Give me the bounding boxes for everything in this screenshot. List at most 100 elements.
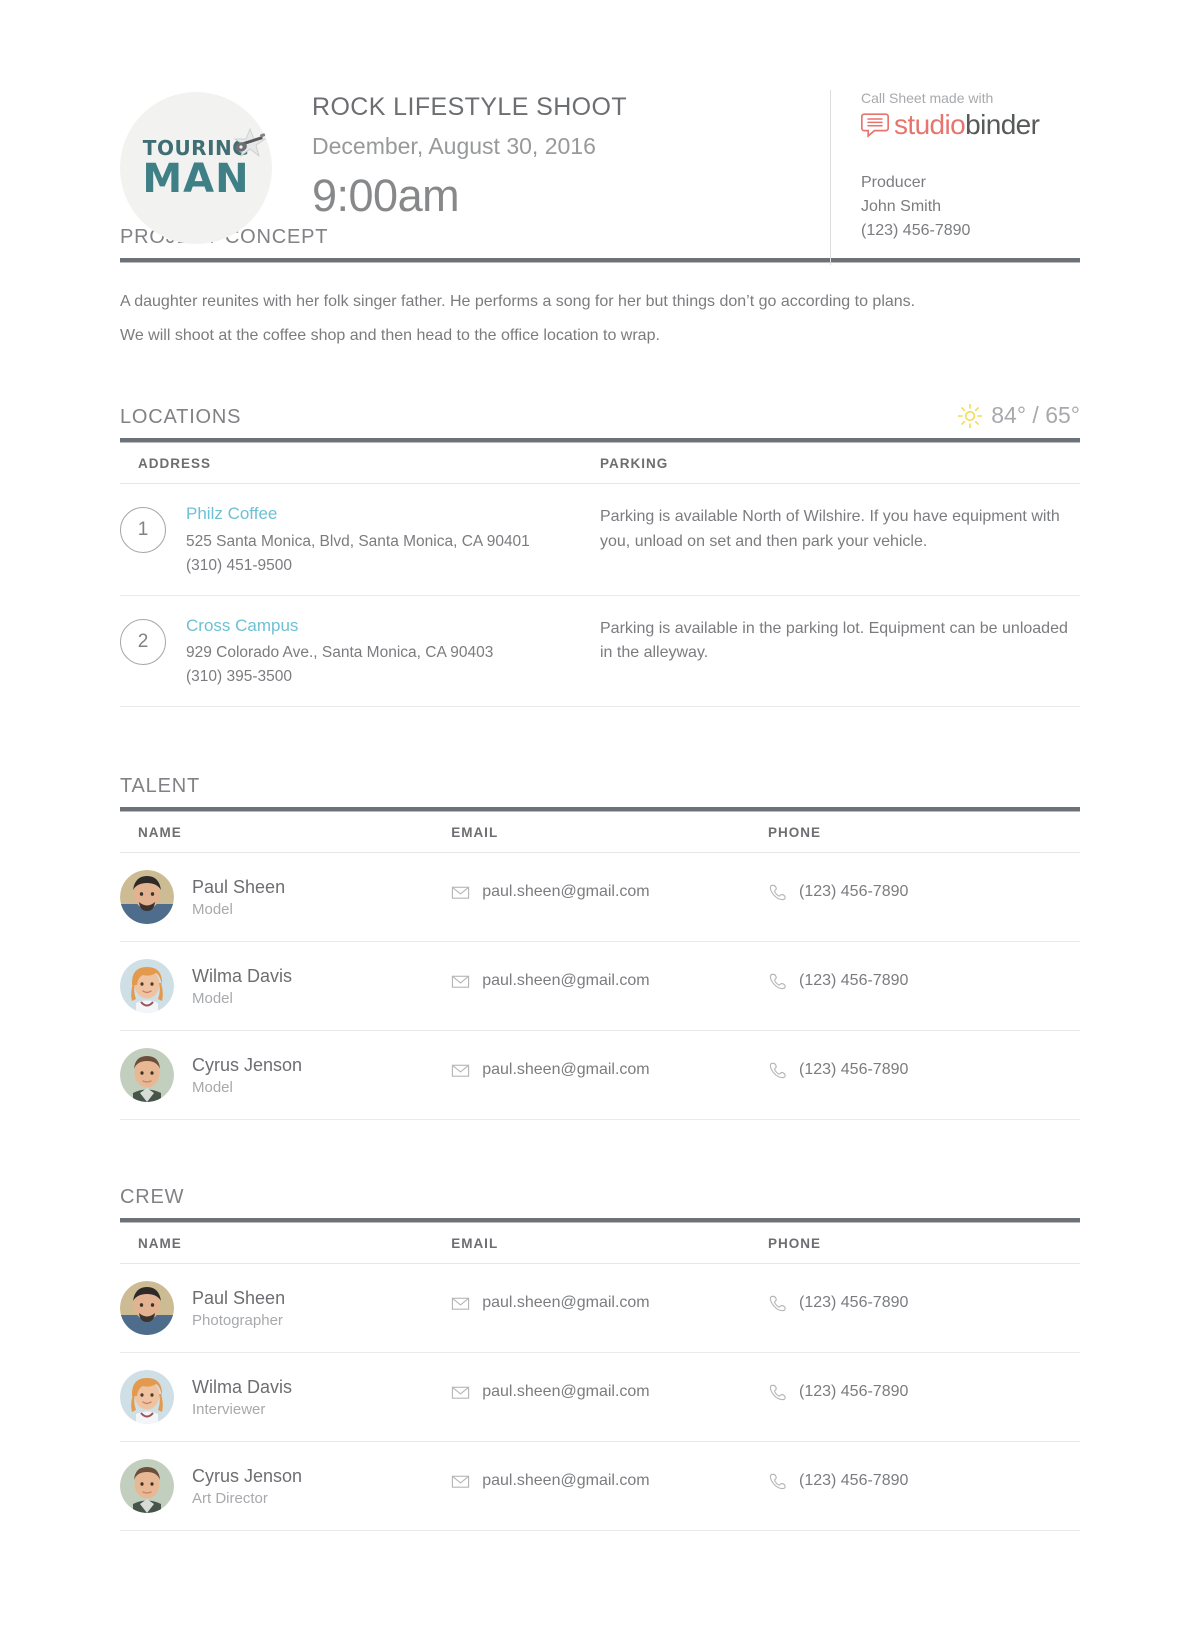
project-title: ROCK LIFESTYLE SHOOT <box>312 93 628 121</box>
person-name: Cyrus Jenson <box>192 1465 303 1486</box>
section-title-crew: CREW <box>120 1185 185 1208</box>
location-phone: (310) 451-9500 <box>186 556 292 574</box>
crew-email-cell: paul.sheen@gmail.com <box>451 1441 768 1531</box>
producer-contact: Producer John Smith (123) 456-7890 <box>861 171 1080 243</box>
header-right-panel: Call Sheet made with studio binder Produc… <box>830 90 1080 265</box>
person-email[interactable]: paul.sheen@gmail.com <box>482 883 649 901</box>
brand-name-binder: binder <box>965 109 1040 140</box>
table-row: 2 Cross Campus 929 Colorado Ave., Santa … <box>120 595 1080 707</box>
table-row: 1 Philz Coffee 525 Santa Monica, Blvd, S… <box>120 483 1080 596</box>
person-phone[interactable]: (123) 456-7890 <box>799 1061 908 1079</box>
person-name: Wilma Davis <box>192 965 293 986</box>
table-row: Wilma Davis Model paul.sheen@gmail.com (… <box>120 941 1080 1031</box>
column-header-parking: PARKING <box>600 443 1080 485</box>
person-phone[interactable]: (123) 456-7890 <box>799 1294 908 1312</box>
avatar <box>120 1047 174 1102</box>
concept-paragraph: We will shoot at the coffee shop and the… <box>120 326 660 344</box>
person-phone[interactable]: (123) 456-7890 <box>799 972 908 990</box>
email-icon <box>452 975 470 988</box>
column-header-name: NAME <box>120 811 452 853</box>
email-icon <box>452 1297 470 1310</box>
person-name: Paul Sheen <box>192 876 286 897</box>
person-email[interactable]: paul.sheen@gmail.com <box>482 1061 649 1079</box>
column-header-name: NAME <box>120 1222 452 1264</box>
location-parking-cell: Parking is available in the parking lot.… <box>600 595 1080 707</box>
person-email[interactable]: paul.sheen@gmail.com <box>482 972 649 990</box>
crew-name-cell: Paul Sheen Photographer <box>120 1263 452 1353</box>
column-header-phone: PHONE <box>767 1222 1080 1264</box>
call-sheet-page: TOURING MAN ROCK LIFESTYLE SHOOT Decembe… <box>0 0 1200 1650</box>
locations-table: ADDRESS PARKING 1 Philz Coffee 525 Santa… <box>120 443 1080 707</box>
column-header-email: EMAIL <box>451 1222 768 1264</box>
table-header-row: NAME EMAIL PHONE <box>120 1222 1080 1264</box>
location-address: 929 Colorado Ave., Santa Monica, CA 9040… <box>186 643 494 661</box>
producer-phone: (123) 456-7890 <box>861 222 971 239</box>
person-role: Photographer <box>192 1312 283 1330</box>
location-number-badge: 2 <box>120 618 166 665</box>
location-parking-notes: Parking is available North of Wilshire. … <box>600 508 1060 550</box>
concept-paragraph: A daughter reunites with her folk singer… <box>120 293 916 310</box>
avatar <box>120 958 174 1013</box>
weather-temps: 84° / 65° <box>991 402 1080 429</box>
call-time: 9:00am <box>312 169 460 221</box>
talent-table: NAME EMAIL PHONE Paul Sheen Model paul.s… <box>120 811 1080 1120</box>
talent-email-cell: paul.sheen@gmail.com <box>451 941 768 1031</box>
person-phone[interactable]: (123) 456-7890 <box>799 1472 908 1490</box>
table-row: Paul Sheen Photographer paul.sheen@gmail… <box>120 1263 1080 1353</box>
person-role: Interviewer <box>192 1401 266 1419</box>
person-email[interactable]: paul.sheen@gmail.com <box>482 1472 649 1490</box>
talent-phone-cell: (123) 456-7890 <box>767 941 1080 1031</box>
location-address: 525 Santa Monica, Blvd, Santa Monica, CA… <box>186 532 530 550</box>
talent-section: TALENT NAME EMAIL PHONE Paul Sheen Model… <box>120 775 1080 1120</box>
producer-role: Producer <box>861 174 926 191</box>
email-icon <box>452 1475 470 1488</box>
person-role: Model <box>192 990 233 1008</box>
location-phone: (310) 395-3500 <box>186 667 292 685</box>
sun-icon <box>958 403 983 428</box>
person-role: Model <box>192 1079 233 1097</box>
table-row: Cyrus Jenson Art Director paul.sheen@gma… <box>120 1441 1080 1531</box>
email-icon <box>452 886 470 899</box>
location-name[interactable]: Philz Coffee <box>186 501 530 527</box>
email-icon <box>452 1064 470 1077</box>
crew-phone-cell: (123) 456-7890 <box>767 1441 1080 1531</box>
table-row: Paul Sheen Model paul.sheen@gmail.com (1… <box>120 852 1080 942</box>
avatar <box>120 1280 174 1335</box>
made-with-label: Call Sheet made with <box>861 90 994 106</box>
person-phone[interactable]: (123) 456-7890 <box>799 883 908 901</box>
section-title-locations: LOCATIONS <box>120 406 242 429</box>
phone-icon <box>769 1384 786 1401</box>
crew-table: NAME EMAIL PHONE Paul Sheen Photographer… <box>120 1222 1080 1531</box>
phone-icon <box>769 1295 786 1312</box>
section-title-talent: TALENT <box>120 774 200 797</box>
table-row: Cyrus Jenson Model paul.sheen@gmail.com <box>120 1030 1080 1120</box>
person-email[interactable]: paul.sheen@gmail.com <box>482 1383 649 1401</box>
crew-email-cell: paul.sheen@gmail.com <box>451 1352 768 1442</box>
location-parking-cell: Parking is available North of Wilshire. … <box>600 483 1080 596</box>
avatar <box>120 1369 174 1424</box>
talent-name-cell: Paul Sheen Model <box>120 852 452 942</box>
person-name: Wilma Davis <box>192 1376 293 1397</box>
table-header-row: NAME EMAIL PHONE <box>120 811 1080 853</box>
phone-icon <box>769 1062 786 1079</box>
brand-name-studio: studio <box>894 109 966 140</box>
talent-name-cell: Cyrus Jenson Model <box>120 1030 452 1120</box>
concept-body: A daughter reunites with her folk singer… <box>120 285 1080 352</box>
person-phone[interactable]: (123) 456-7890 <box>799 1383 908 1401</box>
phone-icon <box>769 973 786 990</box>
location-name[interactable]: Cross Campus <box>186 613 493 639</box>
call-sheet-header: TOURING MAN ROCK LIFESTYLE SHOOT Decembe… <box>120 0 1080 265</box>
locations-section: LOCATIONS 84° / 65° ADDRESS PARKING 1 Ph… <box>120 402 1080 707</box>
person-name: Paul Sheen <box>192 1287 286 1308</box>
crew-name-cell: Cyrus Jenson Art Director <box>120 1441 452 1531</box>
column-header-phone: PHONE <box>767 811 1080 853</box>
studiobinder-speech-bubble-icon <box>861 113 889 138</box>
talent-name-cell: Wilma Davis Model <box>120 941 452 1031</box>
crew-name-cell: Wilma Davis Interviewer <box>120 1352 452 1442</box>
location-address-cell: 1 Philz Coffee 525 Santa Monica, Blvd, S… <box>120 483 600 596</box>
column-header-email: EMAIL <box>451 811 768 853</box>
person-role: Model <box>192 901 233 919</box>
talent-phone-cell: (123) 456-7890 <box>767 1030 1080 1120</box>
person-role: Art Director <box>192 1490 268 1508</box>
person-email[interactable]: paul.sheen@gmail.com <box>482 1294 649 1312</box>
